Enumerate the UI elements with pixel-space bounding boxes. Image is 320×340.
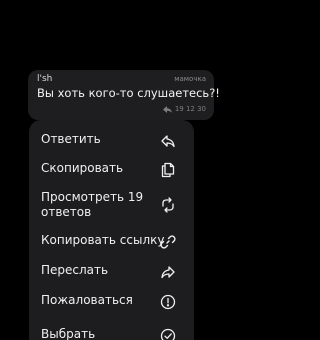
select-icon [160,328,176,340]
menu-item-select[interactable]: Выбрать [29,320,194,340]
message-meta: 19 12 30 [162,105,206,113]
link-icon [160,234,176,250]
menu-item-reply[interactable]: Ответить [29,128,194,154]
forward-icon [160,264,176,280]
replies-icon [160,197,176,213]
menu-item-label-line1: Просмотреть 19 [41,190,144,204]
menu-item-label-line2: ответов [41,205,92,219]
menu-item-report[interactable]: Пожаловаться [29,288,194,314]
report-icon [160,294,176,310]
reply-to-name: мамочка [174,75,206,83]
menu-item-label: Копировать ссылку [41,233,165,247]
reply-arrow-icon [162,105,172,113]
menu-item-view-replies[interactable]: Просмотреть 19 ответов [29,184,194,224]
menu-item-label: Ответить [41,132,101,146]
menu-item-label: Выбрать [41,327,96,340]
message-bubble[interactable]: l'sh мамочка Вы хоть кого-то слушаетесь?… [28,70,220,120]
reply-icon [160,133,176,149]
sender-name: l'sh [37,74,53,84]
context-menu: Ответить Скопировать Просмотреть 19 отве… [29,120,194,340]
menu-item-copy-link[interactable]: Копировать ссылку [29,228,194,254]
menu-item-label: Переслать [41,263,109,277]
menu-item-copy[interactable]: Скопировать [29,156,194,182]
copy-icon [160,162,176,178]
message-time: 19 12 30 [174,105,206,113]
menu-item-forward[interactable]: Переслать [29,258,194,284]
menu-item-label: Скопировать [41,161,124,175]
message-text: Вы хоть кого-то слушаетесь?! [37,86,220,100]
menu-item-label: Пожаловаться [41,293,133,307]
